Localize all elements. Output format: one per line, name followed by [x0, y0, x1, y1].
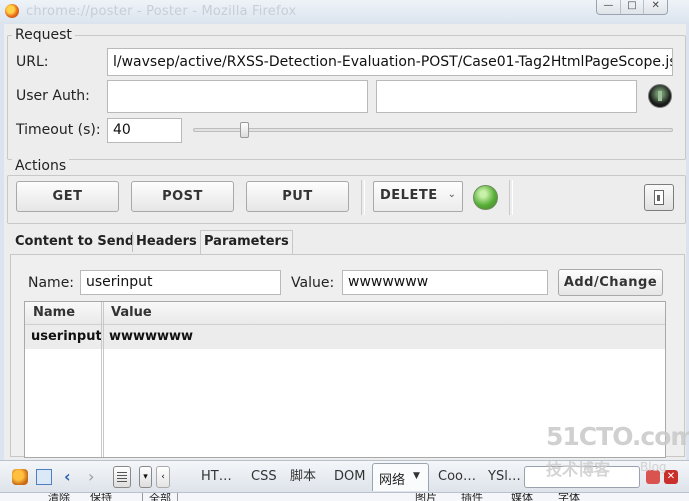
- user-auth-password-input[interactable]: [376, 80, 637, 113]
- devtools-tab-script[interactable]: 脚本: [290, 461, 316, 493]
- firefox-logo-icon: [5, 4, 19, 18]
- get-button[interactable]: GET: [16, 181, 119, 212]
- table-cell-value: wwwwwww: [109, 329, 194, 344]
- chevron-down-icon: ⌄: [447, 189, 456, 200]
- timeout-label: Timeout (s):: [16, 122, 101, 138]
- param-value-input[interactable]: wwwwwww: [342, 270, 548, 295]
- method-select-value: DELETE: [380, 188, 438, 203]
- window-title: chrome://poster - Poster - Mozilla Firef…: [26, 4, 297, 19]
- devtools-tab-dom[interactable]: DOM: [334, 461, 365, 493]
- timeout-slider-thumb[interactable]: [240, 122, 249, 138]
- save-request-icon[interactable]: [644, 184, 674, 211]
- table-cell-name: userinput: [31, 329, 102, 344]
- chevron-down-icon: ▼: [413, 471, 420, 481]
- auth-key-icon[interactable]: [648, 84, 672, 108]
- status-light-icon: [473, 185, 498, 210]
- console-toggle-icon[interactable]: [113, 466, 131, 488]
- url-label: URL:: [16, 54, 49, 70]
- user-auth-label: User Auth:: [16, 88, 90, 104]
- panel-nav-icon[interactable]: ‹: [156, 466, 170, 488]
- tab-content-to-send[interactable]: Content to Send: [12, 232, 137, 252]
- method-select[interactable]: DELETE ⌄: [373, 181, 463, 212]
- maximize-icon[interactable]: □: [621, 0, 645, 14]
- request-legend: Request: [12, 27, 75, 43]
- post-button[interactable]: POST: [131, 181, 234, 212]
- table-row[interactable]: userinput wwwwwww: [25, 325, 665, 349]
- tab-parameters-label: Parameters: [204, 234, 289, 249]
- devtools-tab-css[interactable]: CSS: [251, 461, 277, 493]
- parameters-table-header: Name Value: [25, 302, 665, 325]
- actions-separator-2: [509, 180, 513, 215]
- watermark-subtitle: 技术博客: [546, 460, 611, 479]
- inspect-icon[interactable]: [36, 469, 52, 485]
- column-header-name[interactable]: Name: [33, 302, 75, 324]
- put-button[interactable]: PUT: [246, 181, 349, 212]
- param-name-input[interactable]: userinput: [80, 270, 281, 295]
- timeout-input[interactable]: 40: [107, 118, 182, 143]
- url-input[interactable]: l/wavsep/active/RXSS-Detection-Evaluatio…: [107, 48, 673, 76]
- poster-window: Request URL: l/wavsep/active/RXSS-Detect…: [0, 24, 689, 460]
- watermark-brand: 51CTO.com: [546, 422, 689, 451]
- timeout-slider-track: [193, 128, 673, 132]
- add-change-button[interactable]: Add/Change: [558, 269, 663, 296]
- tab-headers[interactable]: Headers: [132, 232, 200, 252]
- devtools-tab-net-label: 网络: [379, 473, 406, 488]
- window-controls: — □ ✕: [596, 0, 668, 15]
- forward-icon[interactable]: ›: [88, 461, 94, 493]
- firebug-icon[interactable]: [12, 469, 28, 485]
- watermark-blog: Blog: [640, 460, 667, 474]
- minimize-icon[interactable]: —: [597, 0, 621, 14]
- devtools-tab-cookies[interactable]: Coo…: [438, 461, 476, 493]
- actions-legend: Actions: [12, 158, 70, 174]
- column-separator[interactable]: [101, 302, 104, 457]
- param-value-label: Value:: [291, 275, 335, 291]
- column-header-value[interactable]: Value: [111, 302, 152, 324]
- user-auth-username-input[interactable]: [107, 80, 368, 113]
- timeout-slider[interactable]: [193, 122, 673, 138]
- param-name-label: Name:: [28, 275, 75, 291]
- panel-menu-icon[interactable]: ▾: [139, 466, 152, 488]
- devtools-tab-yslow[interactable]: YSl…: [488, 461, 521, 493]
- devtools-tab-html[interactable]: HT…: [201, 461, 232, 493]
- watermark: 51CTO.com 技术博客 Blog: [540, 420, 689, 480]
- actions-separator: [361, 180, 365, 215]
- back-icon[interactable]: ‹: [64, 461, 71, 493]
- close-icon[interactable]: ✕: [644, 0, 667, 14]
- devtools-tab-net[interactable]: 网络 ▼: [372, 463, 429, 491]
- tab-parameters[interactable]: Parameters: [200, 230, 293, 254]
- window-titlebar: chrome://poster - Poster - Mozilla Firef…: [0, 0, 689, 24]
